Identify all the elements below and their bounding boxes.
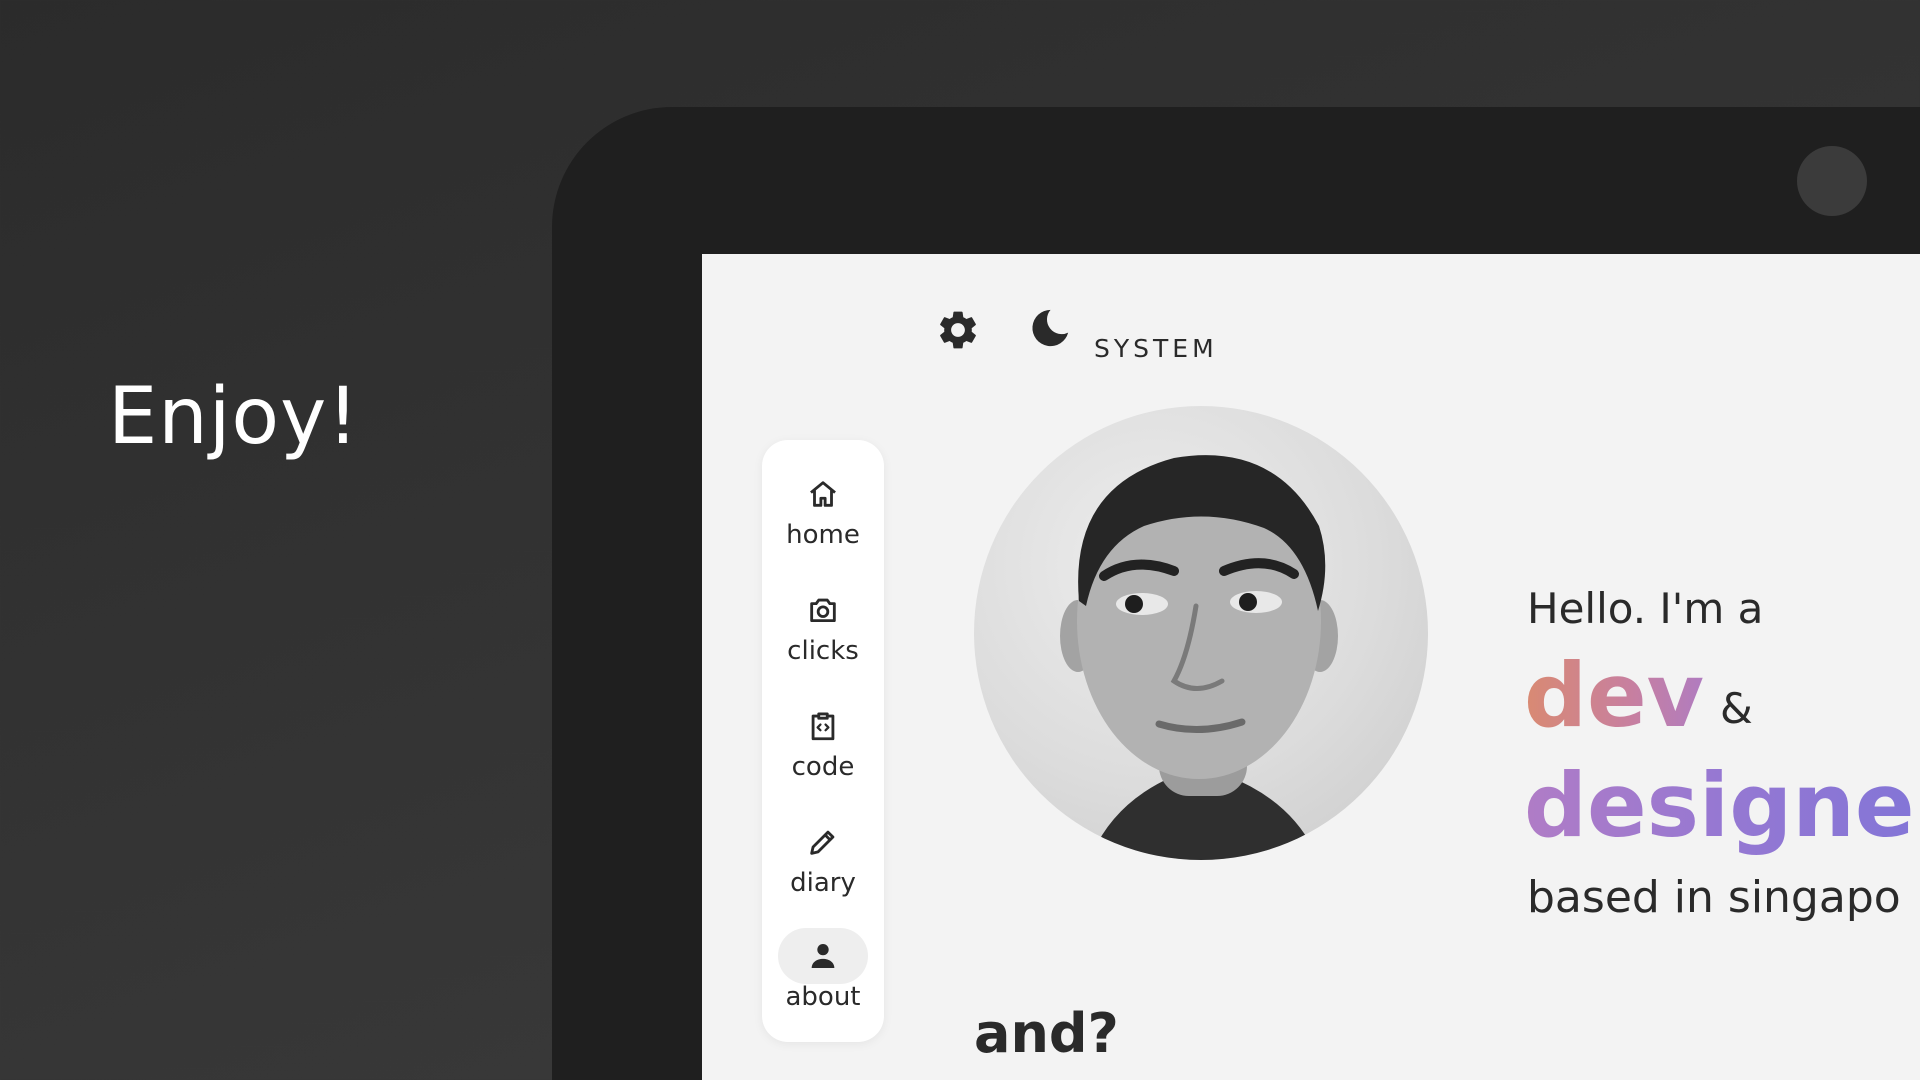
- nav-item-label: about: [785, 982, 861, 1012]
- theme-mode-label[interactable]: SYSTEM: [1094, 334, 1218, 363]
- camera-icon: [810, 598, 836, 623]
- settings-button[interactable]: [934, 306, 982, 354]
- website-screen: SYSTEM home clicks code diary about Hell…: [702, 254, 1920, 1080]
- nav-item-home[interactable]: home: [762, 466, 884, 566]
- intro-greeting: Hello. I'm a: [1527, 584, 1764, 633]
- nav-item-clicks[interactable]: clicks: [762, 582, 884, 682]
- person-icon: [811, 943, 835, 969]
- intro-role-designer: designer: [1524, 754, 1920, 857]
- moon-icon: [1032, 309, 1069, 347]
- gear-icon: [940, 311, 976, 349]
- intro-connector: &: [1720, 684, 1753, 733]
- headline: Enjoy!: [108, 372, 360, 462]
- theme-toggle-button[interactable]: [1026, 304, 1074, 352]
- section-heading: and?: [974, 1002, 1119, 1065]
- portrait-illustration: [1060, 455, 1338, 860]
- nav-item-label: diary: [790, 868, 856, 898]
- nav-item-label: code: [791, 752, 855, 782]
- nav-item-code[interactable]: code: [762, 698, 884, 798]
- clipboard-code-icon: [811, 712, 835, 741]
- profile-photo: [974, 406, 1428, 860]
- intro-role-dev: dev: [1524, 644, 1705, 747]
- pencil-icon: [810, 830, 835, 855]
- sidebar-nav: home clicks code diary about: [762, 440, 884, 1042]
- nav-item-label: clicks: [787, 636, 859, 666]
- nav-item-diary[interactable]: diary: [762, 814, 884, 914]
- device-camera: [1797, 146, 1867, 216]
- intro-location: based in singapo: [1527, 872, 1901, 923]
- nav-item-label: home: [786, 520, 860, 550]
- nav-item-about[interactable]: about: [762, 928, 884, 1028]
- home-icon: [810, 481, 836, 507]
